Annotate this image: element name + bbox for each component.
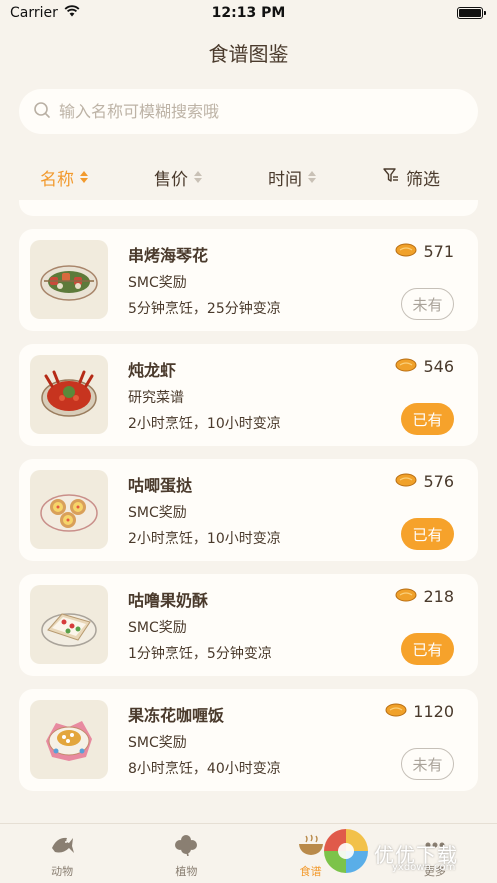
recipe-name: 咕噜果奶酥	[128, 591, 209, 610]
mole-bean-icon	[395, 242, 417, 261]
tab-recipes-label: 食谱	[299, 865, 322, 878]
recipe-source: 研究菜谱	[128, 390, 184, 406]
mole-bean-icon	[385, 702, 407, 721]
tab-recipes[interactable]: 食谱	[249, 824, 373, 883]
sort-arrows-icon	[194, 171, 202, 183]
recipe-source: SMC奖励	[128, 505, 187, 521]
previous-card-edge	[19, 200, 478, 216]
recipe-source: SMC奖励	[128, 620, 187, 636]
ownership-badge[interactable]: 已有	[401, 633, 454, 665]
skewer-dish-icon	[30, 240, 108, 319]
sort-arrows-icon	[308, 171, 316, 183]
status-bar: Carrier 12:13 PM	[0, 0, 497, 26]
tab-animals[interactable]: 动物	[0, 824, 124, 883]
recipe-time: 2小时烹饪，10小时变凉	[128, 531, 281, 547]
recipe-source: SMC奖励	[128, 275, 187, 291]
filter-icon	[382, 166, 400, 189]
search-icon	[33, 101, 51, 123]
tab-bar: 动物 植物 食谱 更多	[0, 823, 497, 883]
search-input[interactable]	[59, 102, 478, 121]
page-title: 食谱图鉴	[208, 42, 289, 66]
recipe-price: 571	[395, 242, 454, 261]
recipe-price: 576	[395, 472, 454, 491]
mole-bean-icon	[395, 472, 417, 491]
filter-button[interactable]: 筛选	[382, 165, 440, 190]
recipe-card[interactable]: 果冻花咖喱饭 SMC奖励 8小时烹饪，40小时变凉 1120 未有	[19, 689, 478, 791]
tab-more-label: 更多	[423, 865, 446, 878]
bowl-icon	[298, 834, 324, 859]
recipe-time: 2小时烹饪，10小时变凉	[128, 416, 281, 432]
recipe-card[interactable]: 咕唧蛋挞 SMC奖励 2小时烹饪，10小时变凉 576 已有	[19, 459, 478, 561]
recipe-card[interactable]: 炖龙虾 研究菜谱 2小时烹饪，10小时变凉 546 已有	[19, 344, 478, 446]
sort-time-label: 时间	[268, 169, 302, 190]
ownership-badge[interactable]: 未有	[401, 748, 454, 780]
price-value: 546	[423, 357, 454, 376]
sort-price-label: 售价	[154, 169, 188, 190]
ownership-badge[interactable]: 未有	[401, 288, 454, 320]
recipe-name: 咕唧蛋挞	[128, 476, 193, 495]
recipe-price: 1120	[385, 702, 454, 721]
search-bar[interactable]	[19, 89, 478, 134]
recipe-price: 218	[395, 587, 454, 606]
more-icon	[423, 834, 447, 859]
carrier-label: Carrier	[10, 5, 58, 21]
price-value: 571	[423, 242, 454, 261]
mole-bean-icon	[395, 357, 417, 376]
price-value: 576	[423, 472, 454, 491]
mole-bean-icon	[395, 587, 417, 606]
sort-name-label: 名称	[40, 169, 74, 190]
recipe-source: SMC奖励	[128, 735, 187, 751]
recipe-card[interactable]: 串烤海琴花 SMC奖励 5分钟烹饪，25分钟变凉 571 未有	[19, 229, 478, 331]
recipe-time: 1分钟烹饪，5分钟变凉	[128, 646, 272, 662]
ownership-badge[interactable]: 已有	[401, 518, 454, 550]
price-value: 1120	[413, 702, 454, 721]
recipe-card[interactable]: 咕噜果奶酥 SMC奖励 1分钟烹饪，5分钟变凉 218 已有	[19, 574, 478, 676]
tab-animals-label: 动物	[51, 865, 74, 878]
wifi-icon	[64, 5, 80, 21]
filter-label: 筛选	[406, 169, 440, 190]
sort-by-time[interactable]: 时间	[268, 165, 316, 190]
egg-tart-icon	[30, 470, 108, 549]
recipe-name: 炖龙虾	[128, 361, 177, 380]
tab-plants-label: 植物	[175, 865, 198, 878]
curry-rice-icon	[30, 700, 108, 779]
recipe-name: 果冻花咖喱饭	[128, 706, 225, 725]
sort-by-name[interactable]: 名称	[40, 165, 88, 190]
clover-icon	[174, 834, 198, 859]
sort-bar: 名称 售价 时间 筛选	[0, 160, 497, 194]
recipe-time: 8小时烹饪，40小时变凉	[128, 761, 281, 777]
recipe-name: 串烤海琴花	[128, 246, 209, 265]
tab-more[interactable]: 更多	[373, 824, 497, 883]
recipe-price: 546	[395, 357, 454, 376]
recipe-time: 5分钟烹饪，25分钟变凉	[128, 301, 281, 317]
sort-by-price[interactable]: 售价	[154, 165, 202, 190]
ownership-badge[interactable]: 已有	[401, 403, 454, 435]
fruit-pastry-icon	[30, 585, 108, 664]
fish-icon	[49, 834, 75, 859]
sort-arrows-icon	[80, 171, 88, 183]
tab-plants[interactable]: 植物	[124, 824, 248, 883]
price-value: 218	[423, 587, 454, 606]
lobster-dish-icon	[30, 355, 108, 434]
battery-icon	[457, 7, 486, 19]
